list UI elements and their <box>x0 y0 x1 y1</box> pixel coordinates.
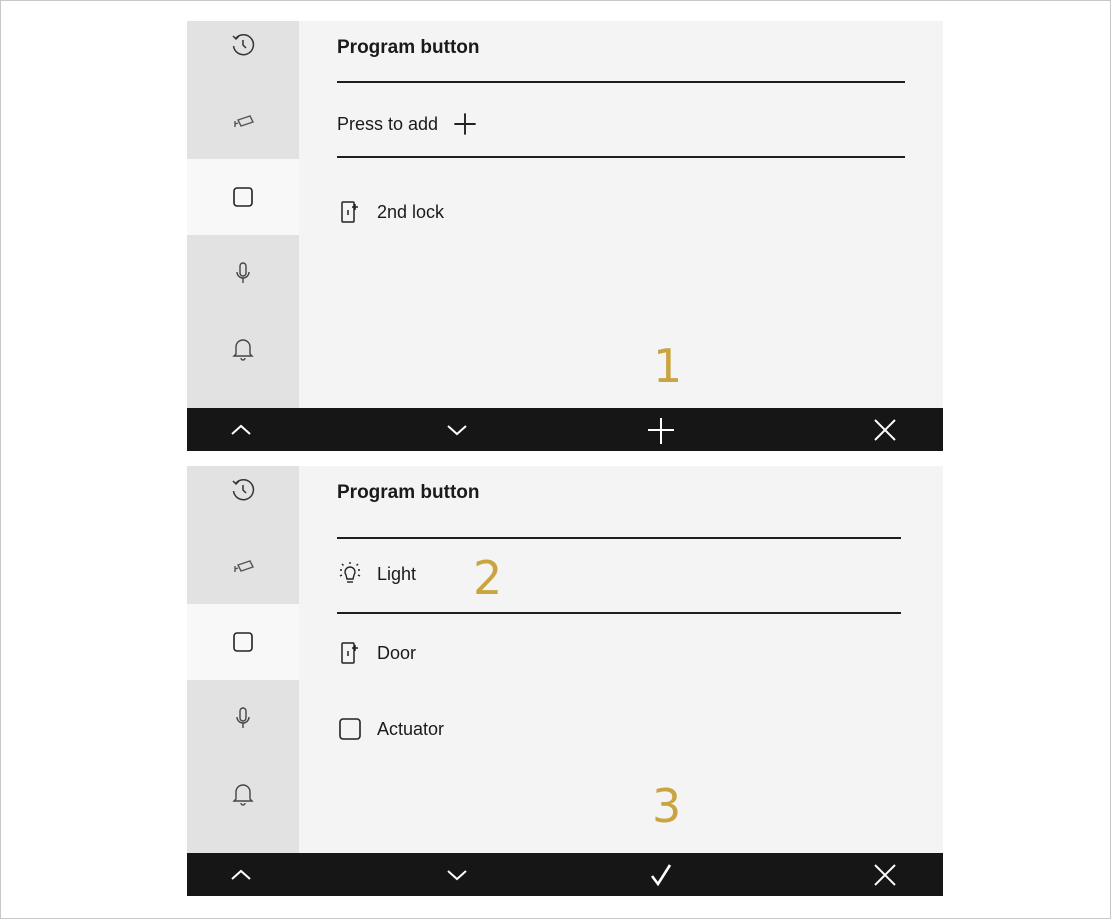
checkbox-icon <box>339 718 361 740</box>
chevron-down-icon <box>447 424 467 435</box>
press-to-add-row[interactable]: Press to add <box>337 111 492 137</box>
bottom-bar <box>187 853 943 896</box>
close-button[interactable] <box>855 853 915 896</box>
scroll-down-button[interactable] <box>427 408 487 451</box>
microphone-icon <box>236 707 250 728</box>
history-icon <box>232 478 255 501</box>
divider <box>337 612 901 614</box>
annotation-marker-3: 3 <box>652 779 682 833</box>
list-item-door[interactable]: Door <box>337 640 416 666</box>
sidebar-item-program-button[interactable] <box>187 604 299 680</box>
close-icon <box>874 418 896 441</box>
divider <box>337 537 901 539</box>
sidebar <box>187 21 299 408</box>
annotation-marker-1: 1 <box>653 339 683 393</box>
microphone-icon <box>236 262 250 283</box>
sidebar-item-history[interactable] <box>187 466 299 528</box>
camera-icon <box>234 560 254 572</box>
sidebar-item-camera[interactable] <box>187 83 299 159</box>
close-button[interactable] <box>855 408 915 451</box>
bottom-bar <box>187 408 943 451</box>
plus-icon <box>648 417 674 444</box>
sidebar-item-history[interactable] <box>187 21 299 83</box>
list-item-label: Actuator <box>377 718 445 739</box>
checkmark-icon <box>650 863 672 886</box>
list-item-label: Light <box>377 563 417 584</box>
scroll-up-button[interactable] <box>211 853 271 896</box>
chevron-up-icon <box>231 424 251 435</box>
sidebar <box>187 466 299 853</box>
list-item-2nd-lock[interactable]: 2nd lock <box>337 199 444 225</box>
main-content: Program button Light 2 Door Actuator 3 <box>299 466 943 853</box>
camera-icon <box>234 115 254 127</box>
door-lock-icon <box>341 642 358 664</box>
bell-icon <box>232 784 254 806</box>
page-title: Program button <box>337 482 480 503</box>
divider <box>337 81 905 83</box>
list-item-label: 2nd lock <box>377 201 445 222</box>
button-square-icon <box>233 187 253 207</box>
bell-icon <box>232 339 254 361</box>
sidebar-item-bell[interactable] <box>187 311 299 387</box>
sidebar-item-program-button[interactable] <box>187 159 299 235</box>
chevron-up-icon <box>231 869 251 880</box>
scroll-up-button[interactable] <box>211 408 271 451</box>
door-lock-icon <box>341 201 358 223</box>
plus-icon <box>454 113 476 135</box>
button-square-icon <box>233 632 253 652</box>
sidebar-item-bell[interactable] <box>187 756 299 832</box>
annotation-marker-2: 2 <box>473 551 503 605</box>
main-content: Program button Press to add 2nd lock 1 <box>299 21 943 408</box>
list-item-label: Door <box>377 642 417 663</box>
divider <box>337 156 905 158</box>
light-bulb-icon <box>339 562 361 583</box>
close-icon <box>874 863 896 886</box>
screen-select-function: Program button Light 2 Door Actuator 3 <box>187 466 943 896</box>
add-button[interactable] <box>631 408 691 451</box>
sidebar-item-camera[interactable] <box>187 528 299 604</box>
chevron-down-icon <box>447 869 467 880</box>
list-item-light[interactable]: Light <box>337 561 416 587</box>
press-to-add-label: Press to add <box>337 113 439 134</box>
sidebar-item-microphone[interactable] <box>187 680 299 756</box>
list-item-actuator[interactable]: Actuator <box>337 716 444 742</box>
scroll-down-button[interactable] <box>427 853 487 896</box>
history-icon <box>232 33 255 56</box>
confirm-button[interactable] <box>631 853 691 896</box>
screen-press-to-add: Program button Press to add 2nd lock 1 <box>187 21 943 451</box>
sidebar-item-microphone[interactable] <box>187 235 299 311</box>
page-title: Program button <box>337 37 480 58</box>
